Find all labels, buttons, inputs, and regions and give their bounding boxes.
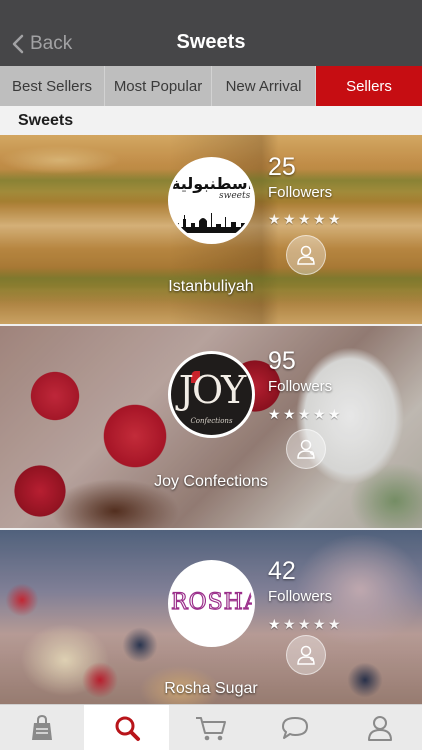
city-skyline-icon	[175, 213, 245, 233]
followers-count: 25	[268, 153, 296, 181]
tab-cart[interactable]	[169, 705, 253, 750]
star-empty-icon: ★	[313, 211, 326, 227]
seller-name: Joy Confections	[154, 473, 268, 490]
rating-stars: ★ ★ ★ ★ ★	[268, 617, 342, 631]
segment-tabs: Best Sellers Most Popular New Arrival Se…	[0, 66, 422, 106]
tab-shop[interactable]	[0, 705, 84, 750]
follow-button[interactable]	[286, 429, 326, 469]
tab-new-arrival[interactable]: New Arrival	[212, 66, 316, 106]
tab-most-popular[interactable]: Most Popular	[105, 66, 212, 106]
add-user-icon	[297, 645, 315, 665]
seller-name: Istanbuliyah	[168, 278, 254, 295]
page-title: Sweets	[176, 31, 246, 53]
followers-label: Followers	[268, 378, 333, 395]
star-empty-icon: ★	[283, 616, 296, 632]
followers-label: Followers	[268, 184, 333, 201]
seller-row-rosha-sugar[interactable]: ROSHA'S 42 Followers ★★★★★ Rosha Sugar	[0, 530, 422, 706]
seller-list: اسطنبولية sweets 25 Followers ★ ★ ★ ★ ★ Ista…	[0, 135, 422, 706]
tab-sellers[interactable]: Sellers	[316, 66, 422, 106]
tab-messages[interactable]	[253, 705, 337, 750]
followers-label: Followers	[268, 588, 333, 605]
star-filled-icon: ★	[268, 406, 281, 422]
screen: Back Sweets Best Sellers Most Popular Ne…	[0, 0, 422, 750]
follow-button[interactable]	[286, 635, 326, 675]
logo-subtext: Confections	[190, 417, 233, 425]
tab-profile[interactable]	[338, 705, 422, 750]
cart-icon	[195, 717, 226, 741]
seller-logo[interactable]: اسطنبولية sweets	[168, 157, 255, 244]
star-empty-icon: ★	[313, 616, 326, 632]
followers-count: 95	[268, 347, 296, 375]
seller-logo[interactable]: JOY Confections	[168, 351, 255, 438]
star-filled-icon: ★	[283, 406, 296, 422]
star-empty-icon: ★	[298, 211, 311, 227]
logo-subtext: sweets	[219, 191, 251, 201]
star-empty-icon: ★	[313, 406, 326, 422]
star-filled-icon: ★	[268, 616, 281, 632]
add-user-icon	[297, 439, 315, 459]
navigation-bar: Back Sweets	[0, 0, 422, 66]
star-empty-icon: ★	[328, 211, 341, 227]
chat-bubble-icon	[282, 717, 309, 739]
star-empty-icon: ★	[298, 616, 311, 632]
profile-icon	[367, 716, 392, 741]
section-header: Sweets	[0, 106, 422, 135]
rating-stars: ★ ★ ★ ★ ★	[268, 212, 342, 226]
seller-logo[interactable]: ROSHA'S	[168, 560, 255, 647]
seller-row-joy-confections[interactable]: JOY Confections 95 Followers ★ ★ ★ ★ ★ Joy C…	[0, 326, 422, 530]
seller-row-istanbuliyah[interactable]: اسطنبولية sweets 25 Followers ★ ★ ★ ★ ★ Ista…	[0, 135, 422, 326]
star-empty-icon: ★	[328, 406, 341, 422]
search-icon	[115, 716, 140, 741]
rating-stars: ★ ★ ★ ★ ★	[268, 407, 342, 421]
star-empty-icon: ★	[298, 406, 311, 422]
add-user-icon	[297, 245, 315, 265]
follow-button[interactable]	[286, 235, 326, 275]
logo-text: JOY	[178, 368, 246, 412]
logo-text: ROSHA'S	[171, 589, 252, 615]
bottom-tab-bar	[0, 704, 422, 750]
star-empty-icon: ★	[283, 211, 296, 227]
star-empty-icon: ★	[268, 211, 281, 227]
tab-best-sellers[interactable]: Best Sellers	[0, 66, 105, 106]
tab-search[interactable]	[84, 705, 169, 750]
shopping-bag-icon	[32, 714, 53, 740]
followers-count: 42	[268, 557, 296, 585]
star-empty-icon: ★	[328, 616, 341, 632]
seller-name: Rosha Sugar	[164, 680, 258, 697]
